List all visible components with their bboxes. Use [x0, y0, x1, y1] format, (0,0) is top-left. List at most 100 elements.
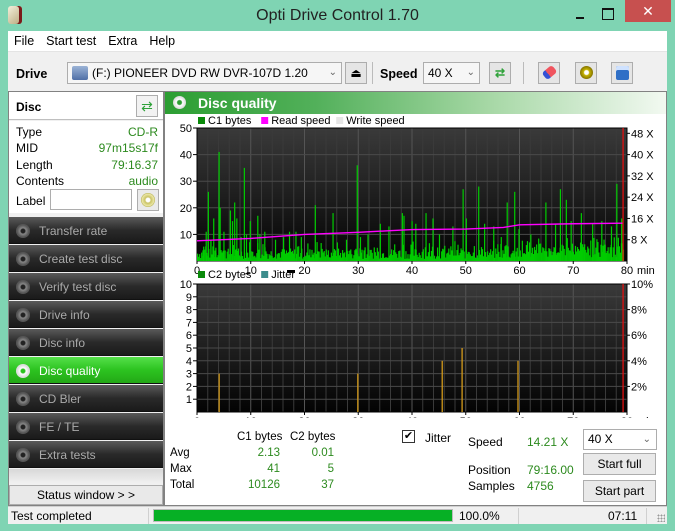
- test-speed-select[interactable]: 40 X ⌄: [583, 429, 657, 450]
- c1-bar: [334, 250, 337, 261]
- transfer-rate-icon: [16, 224, 30, 238]
- nav-disc-quality[interactable]: Disc quality: [9, 357, 163, 384]
- c1-bar: [619, 252, 621, 261]
- c1-bar: [509, 257, 511, 261]
- c1-bar: [305, 255, 307, 261]
- nav-drive-info[interactable]: Drive info: [9, 301, 163, 328]
- drive-select[interactable]: (F:) PIONEER DVD RW DVR-107D 1.20 ⌄: [67, 62, 342, 84]
- c1-bar: [399, 250, 401, 261]
- legend-swatch: [198, 117, 205, 124]
- y-tick-label: 4: [186, 356, 192, 368]
- c1-bar: [495, 248, 497, 261]
- c1-bar: [330, 252, 332, 261]
- c1-bar: [320, 243, 322, 261]
- y2-tick-label: 16 X: [631, 213, 654, 225]
- menu-extra[interactable]: Extra: [102, 31, 143, 48]
- c1-bar: [426, 256, 428, 261]
- c1-bar: [290, 251, 293, 261]
- c1-bar: [498, 251, 500, 261]
- c1-bar: [306, 252, 308, 261]
- menu-start-test[interactable]: Start test: [40, 31, 102, 48]
- nav-transfer-rate[interactable]: Transfer rate: [9, 217, 163, 244]
- c1-bar: [586, 252, 588, 261]
- c1-bar: [505, 245, 507, 261]
- c1-bar: [313, 252, 315, 261]
- c1-bar: [339, 252, 342, 261]
- c1-spike-bar: [432, 218, 434, 261]
- disc-refresh-button[interactable]: ⇄: [136, 95, 158, 117]
- c1-spike-bar: [223, 231, 225, 261]
- label-input[interactable]: [50, 189, 132, 210]
- nav-disc-info[interactable]: Disc info: [9, 329, 163, 356]
- c1-spike-bar: [218, 151, 220, 261]
- status-window-button[interactable]: Status window > >: [9, 485, 163, 505]
- c1-bar: [512, 250, 514, 261]
- read-label-button[interactable]: [137, 189, 159, 211]
- y2-tick-label: 2%: [631, 381, 647, 393]
- c1-bar: [549, 248, 551, 261]
- c1-bar: [417, 257, 419, 261]
- eject-button[interactable]: ⏏: [345, 62, 367, 84]
- c1-spike-bar: [243, 167, 245, 261]
- c1-bar: [446, 253, 448, 261]
- c1-bar: [547, 256, 549, 261]
- c1-bar: [358, 256, 360, 261]
- c1-bar: [598, 252, 600, 261]
- disc-title: Disc: [16, 100, 42, 114]
- c1-bar: [258, 249, 260, 261]
- start-part-button[interactable]: Start part: [583, 480, 656, 502]
- c1-bar: [423, 258, 425, 261]
- stats-avg-c1: 2.13: [257, 447, 280, 459]
- nav-verify-test-disc[interactable]: Verify test disc: [9, 273, 163, 300]
- c1-bar: [376, 247, 378, 261]
- speed-value: 40 X: [428, 66, 453, 80]
- c1-bar: [541, 252, 543, 261]
- erase-button[interactable]: [538, 62, 560, 84]
- maximize-button[interactable]: [597, 4, 619, 24]
- c1-bar: [416, 254, 418, 261]
- nav-cd-bler[interactable]: CD Bler: [9, 385, 163, 412]
- verify-test-disc-icon: [16, 280, 30, 294]
- close-button[interactable]: ✕: [625, 0, 671, 22]
- nav-create-test-disc[interactable]: Create test disc: [9, 245, 163, 272]
- c1-bar: [344, 252, 346, 261]
- c1-bar: [463, 251, 465, 261]
- c1-bar: [317, 251, 319, 261]
- position-label: Position: [468, 463, 511, 477]
- c1-bar: [304, 256, 306, 261]
- speed-select[interactable]: 40 X ⌄: [423, 62, 480, 84]
- start-full-button[interactable]: Start full: [583, 453, 656, 475]
- y-tick-label: 6: [186, 330, 192, 342]
- jitter-checkbox[interactable]: ✔: [402, 430, 415, 443]
- disc-info-icon: [16, 336, 30, 350]
- menu-help[interactable]: Help: [143, 31, 181, 48]
- c1-bar: [479, 254, 482, 261]
- y-tick-label: 10: [180, 229, 192, 241]
- cd-bler-icon: [16, 392, 30, 406]
- c1-bar: [350, 249, 352, 261]
- c1-bar: [469, 254, 471, 261]
- refresh-speed-button[interactable]: ⇄: [489, 62, 511, 84]
- refresh-icon: ⇄: [141, 98, 153, 114]
- c1-spike-bar: [401, 213, 403, 261]
- c1-bar: [321, 248, 323, 261]
- save-button[interactable]: [611, 62, 633, 84]
- c1-bar: [482, 256, 485, 261]
- menu-file[interactable]: File: [8, 31, 40, 48]
- c1-bar: [526, 241, 529, 261]
- nav-fe-te[interactable]: FE / TE: [9, 413, 163, 440]
- resize-grip[interactable]: [657, 514, 665, 522]
- c1-bar: [473, 246, 475, 261]
- elapsed-time: 07:11: [608, 509, 638, 523]
- minimize-button[interactable]: [570, 4, 592, 24]
- c1-bar: [276, 254, 278, 261]
- c1-spike-bar: [610, 226, 613, 261]
- x-tick-label: 0: [194, 416, 200, 418]
- disc-field-type: Type CD-R: [16, 125, 158, 139]
- c1-bar: [537, 253, 539, 261]
- c1-bar: [561, 244, 563, 261]
- legend-swatch: [261, 271, 269, 278]
- nav-extra-tests[interactable]: Extra tests: [9, 441, 163, 468]
- settings-button[interactable]: [575, 62, 597, 84]
- legend-swatch: [198, 271, 205, 278]
